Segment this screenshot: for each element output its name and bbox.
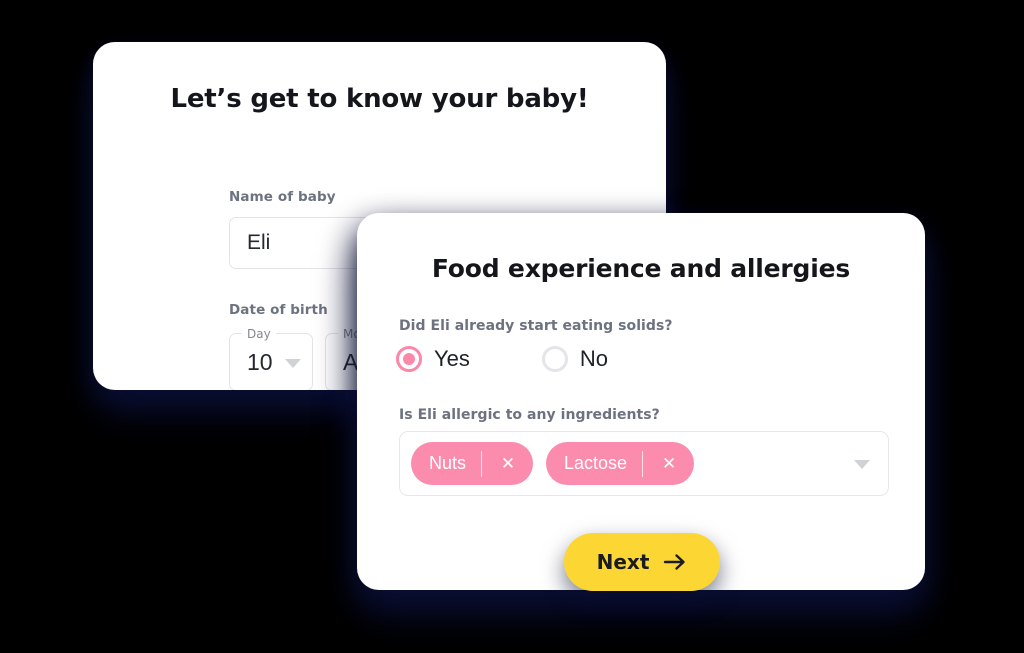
screenshot-stage: Let’s get to know your baby! Name of bab… <box>0 0 1024 653</box>
date-of-birth-label: Date of birth <box>229 302 328 318</box>
close-icon[interactable]: ✕ <box>656 451 682 477</box>
name-of-baby-label: Name of baby <box>229 189 336 205</box>
radio-option-no-label: No <box>579 346 609 371</box>
radio-yes-dot <box>403 353 415 365</box>
radio-no-icon[interactable] <box>541 346 568 372</box>
allergy-multiselect[interactable]: Nuts ✕ Lactose ✕ <box>399 431 889 496</box>
radio-option-yes[interactable]: Yes <box>396 346 470 372</box>
chip-divider <box>642 450 644 477</box>
allergy-chip-nuts[interactable]: Nuts ✕ <box>411 442 534 485</box>
solids-radio-group: Yes No <box>396 346 608 372</box>
next-button[interactable]: Next <box>564 533 720 591</box>
chevron-down-icon[interactable] <box>854 460 870 469</box>
chip-divider <box>481 450 483 477</box>
day-select-value: 10 <box>247 348 273 375</box>
page-title: Let’s get to know your baby! <box>170 84 589 114</box>
solids-question-label: Did Eli already start eating solids? <box>399 318 673 334</box>
arrow-right-icon <box>663 553 687 571</box>
chevron-down-icon[interactable] <box>285 359 301 368</box>
allergy-chip-lactose-label: Lactose <box>564 453 628 473</box>
radio-yes-icon[interactable] <box>396 346 422 372</box>
day-select[interactable]: Day 10 <box>229 326 313 390</box>
day-select-label: Day <box>242 326 276 342</box>
radio-option-no[interactable]: No <box>541 346 609 372</box>
next-button-label: Next <box>596 550 650 574</box>
allergy-chip-nuts-label: Nuts <box>429 453 467 473</box>
allergy-chip-lactose[interactable]: Lactose ✕ <box>546 442 695 485</box>
close-icon[interactable]: ✕ <box>495 451 521 477</box>
radio-option-yes-label: Yes <box>434 346 470 371</box>
allergy-question-label: Is Eli allergic to any ingredients? <box>399 407 660 423</box>
section-title: Food experience and allergies <box>431 254 851 283</box>
